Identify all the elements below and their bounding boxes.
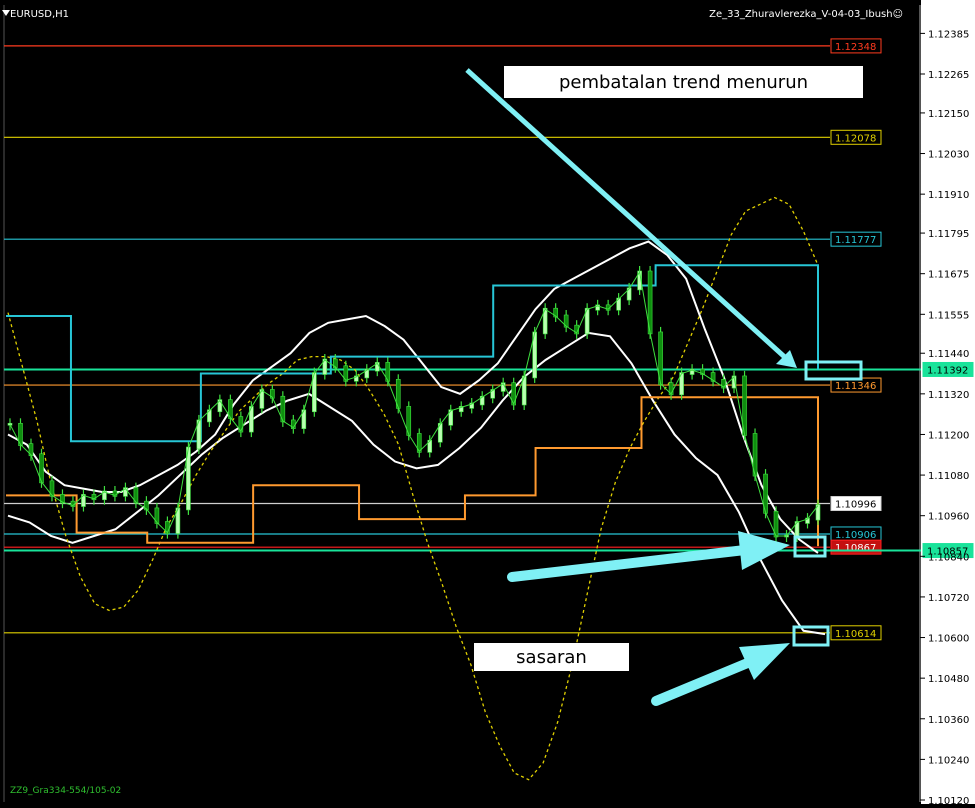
y-tick-label: 1.12385 bbox=[928, 29, 969, 40]
y-tick-label: 1.11200 bbox=[928, 430, 969, 441]
y-tick-label: 1.10720 bbox=[928, 593, 969, 604]
y-tick-label: 1.10840 bbox=[928, 552, 969, 563]
y-tick-label: 1.11910 bbox=[928, 190, 969, 201]
y-tick-label: 1.12030 bbox=[928, 150, 969, 161]
price-chart-svg: 1.12348 1.12078 1.11777 1.11392 1.11346 1.109… bbox=[0, 0, 975, 807]
level-label: 1.11346 bbox=[835, 381, 876, 392]
level-label: 1.10614 bbox=[835, 629, 876, 640]
bottom-indicator-label: ZZ9_Gra334-554/105-02 bbox=[10, 786, 122, 796]
indicator-label: Ze_33_Zhuravlerezka_V-04-03_Ibush☺ bbox=[709, 9, 903, 20]
y-tick-label: 1.12265 bbox=[928, 70, 969, 81]
price-chart: 1.12348 1.12078 1.11777 1.11392 1.11346 1.109… bbox=[0, 0, 975, 807]
y-tick-label: 1.11320 bbox=[928, 390, 969, 401]
level-label: 1.10867 bbox=[835, 543, 876, 554]
symbol-dropdown-icon[interactable] bbox=[2, 10, 10, 16]
y-tick-label: 1.11675 bbox=[928, 270, 969, 281]
y-tick-label: 1.11440 bbox=[928, 349, 969, 360]
y-tick-label: 1.12150 bbox=[928, 109, 969, 120]
annotation-target: sasaran bbox=[474, 643, 629, 671]
y-tick-label: 1.11555 bbox=[928, 310, 969, 321]
level-label: 1.10906 bbox=[835, 530, 876, 541]
y-tick-label: 1.10240 bbox=[928, 755, 969, 766]
y-tick-label: 1.10120 bbox=[928, 796, 969, 804]
y-tick-label: 1.10360 bbox=[928, 715, 969, 726]
y-tick-label: 1.11795 bbox=[928, 229, 969, 240]
y-tick-label: 1.10480 bbox=[928, 674, 969, 685]
y-tick-label: 1.10600 bbox=[928, 634, 969, 645]
level-label: 1.11392 bbox=[927, 365, 968, 376]
y-tick-label: 1.11080 bbox=[928, 471, 969, 482]
level-label: 1.12078 bbox=[835, 133, 876, 144]
level-label: 1.10996 bbox=[835, 500, 876, 511]
symbol-label: EURUSD,H1 bbox=[10, 9, 70, 20]
level-label: 1.12348 bbox=[835, 42, 876, 53]
level-label: 1.11777 bbox=[835, 235, 876, 246]
y-tick-label: 1.10960 bbox=[928, 512, 969, 523]
annotation-trend-cancel: pembatalan trend menurun bbox=[504, 66, 863, 98]
